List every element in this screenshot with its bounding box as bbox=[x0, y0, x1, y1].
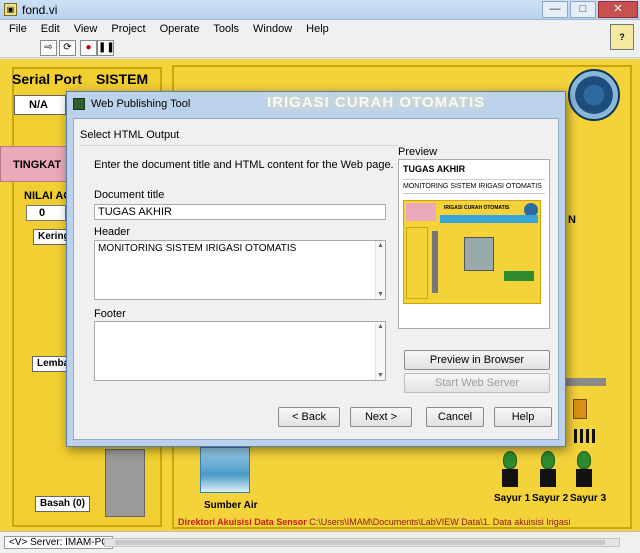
menubar: File Edit View Project Operate Tools Win… bbox=[0, 20, 640, 38]
scroll-down-icon[interactable]: ▼ bbox=[377, 372, 384, 379]
back-button[interactable]: < Back bbox=[278, 407, 340, 427]
menu-edit[interactable]: Edit bbox=[40, 23, 61, 35]
university-logo bbox=[568, 69, 620, 121]
cancel-button[interactable]: Cancel bbox=[426, 407, 484, 427]
dialog-titlebar: Web Publishing Tool IRIGASI CURAH OTOMAT… bbox=[67, 92, 565, 116]
sumber-air-label: Sumber Air bbox=[204, 500, 258, 511]
preview-title: TUGAS AKHIR bbox=[403, 164, 466, 174]
abort-execution-icon[interactable]: ● bbox=[80, 40, 97, 56]
preview-label: Preview bbox=[398, 146, 438, 158]
footer-textarea[interactable]: ▲ ▼ bbox=[94, 321, 386, 381]
header-text: MONITORING SISTEM IRIGASI OTOMATIS bbox=[98, 243, 297, 254]
menu-tools[interactable]: Tools bbox=[212, 23, 240, 35]
direktori-indicator: Direktori Akuisisi Data Sensor C:\Users\… bbox=[178, 517, 570, 527]
labview-vi-icon: ▣ bbox=[4, 3, 17, 16]
next-button[interactable]: Next > bbox=[350, 407, 412, 427]
menu-operate[interactable]: Operate bbox=[159, 23, 201, 35]
menu-help[interactable]: Help bbox=[305, 23, 330, 35]
direktori-path: C:\Users\IMAM\Documents\LabVIEW Data\1. … bbox=[309, 517, 571, 527]
header-textarea[interactable]: MONITORING SISTEM IRIGASI OTOMATIS ▲ ▼ bbox=[94, 240, 386, 300]
horizontal-scrollbar[interactable] bbox=[104, 538, 620, 547]
run-arrow-icon[interactable]: ⇨ bbox=[40, 40, 57, 56]
valve-icon bbox=[573, 399, 587, 419]
window-titlebar: ▣ fond.vi — □ ✕ bbox=[0, 0, 640, 20]
context-help-icon[interactable]: ? bbox=[610, 24, 634, 50]
divider bbox=[80, 145, 398, 146]
window-controls: — □ ✕ bbox=[542, 1, 638, 18]
menu-view[interactable]: View bbox=[73, 23, 99, 35]
web-publishing-dialog: Web Publishing Tool IRIGASI CURAH OTOMAT… bbox=[66, 91, 566, 447]
menu-file[interactable]: File bbox=[8, 23, 28, 35]
preview-pane: TUGAS AKHIR MONITORING SISTEM IRIGASI OT… bbox=[398, 159, 550, 329]
preview-header: MONITORING SISTEM IRIGASI OTOMATIS bbox=[403, 183, 542, 190]
toolbar: ⇨ ⟳ ● ❚❚ bbox=[0, 38, 640, 58]
preview-in-browser-button[interactable]: Preview in Browser bbox=[404, 350, 550, 370]
preview-panel-thumbnail: IRIGASI CURAH OTOMATIS bbox=[403, 200, 541, 304]
tingkat-tab[interactable]: TINGKAT bbox=[0, 146, 75, 182]
pause-icon[interactable]: ❚❚ bbox=[97, 40, 115, 56]
footer-scrollbar[interactable]: ▲ ▼ bbox=[375, 322, 385, 380]
preview-thumb-caption: IRIGASI CURAH OTOMATIS bbox=[444, 205, 510, 211]
sayur-2-label: Sayur 2 bbox=[532, 493, 569, 504]
document-title-label: Document title bbox=[94, 189, 165, 201]
plant-icon bbox=[500, 451, 520, 489]
sayur-1-label: Sayur 1 bbox=[494, 493, 531, 504]
dialog-body: Select HTML Output Enter the document ti… bbox=[73, 118, 559, 440]
window-title: fond.vi bbox=[22, 3, 58, 17]
server-context[interactable]: <V> Server: IMAM-PC bbox=[4, 536, 114, 549]
maximize-button[interactable]: □ bbox=[570, 1, 596, 18]
menu-window[interactable]: Window bbox=[252, 23, 293, 35]
minimize-button[interactable]: — bbox=[542, 1, 568, 18]
drip-lines bbox=[574, 429, 596, 443]
scroll-up-icon[interactable]: ▲ bbox=[377, 323, 384, 330]
nilai-numeric-control[interactable]: 0 bbox=[26, 205, 66, 221]
help-button[interactable]: Help bbox=[494, 407, 552, 427]
scroll-up-icon[interactable]: ▲ bbox=[377, 242, 384, 249]
plant-icon bbox=[574, 451, 594, 489]
scroll-down-icon[interactable]: ▼ bbox=[377, 291, 384, 298]
web-publishing-icon bbox=[73, 98, 85, 110]
footer-label: Footer bbox=[94, 308, 126, 320]
water-pipe bbox=[566, 378, 606, 386]
statusbar: <V> Server: IMAM-PC bbox=[0, 531, 640, 553]
header-label: Header bbox=[94, 226, 131, 238]
preview-divider bbox=[403, 193, 545, 194]
header-scrollbar[interactable]: ▲ ▼ bbox=[375, 241, 385, 299]
menu-project[interactable]: Project bbox=[110, 23, 146, 35]
preview-divider bbox=[403, 179, 545, 180]
document-title-field[interactable]: TUGAS AKHIR bbox=[94, 204, 386, 220]
dialog-title: Web Publishing Tool bbox=[91, 98, 191, 110]
basah-indicator: Basah (0) bbox=[35, 496, 90, 512]
water-source-image bbox=[200, 447, 250, 493]
plant-icon bbox=[538, 451, 558, 489]
serial-port-selector[interactable]: N/A bbox=[14, 95, 66, 115]
sayur-3-label: Sayur 3 bbox=[570, 493, 607, 504]
direktori-label: Direktori Akuisisi Data Sensor bbox=[178, 517, 307, 527]
run-continuously-icon[interactable]: ⟳ bbox=[59, 40, 76, 56]
moisture-gauge bbox=[105, 449, 145, 517]
section-heading: Select HTML Output bbox=[80, 129, 180, 141]
panel-banner-behind: IRIGASI CURAH OTOMATIS bbox=[267, 94, 486, 111]
sistem-label: SISTEM bbox=[96, 71, 149, 87]
serial-port-label: Serial Port bbox=[12, 71, 83, 87]
instruction-text: Enter the document title and HTML conten… bbox=[94, 159, 394, 171]
start-web-server-button[interactable]: Start Web Server bbox=[404, 373, 550, 393]
close-button[interactable]: ✕ bbox=[598, 1, 638, 18]
side-label: N bbox=[568, 214, 576, 226]
